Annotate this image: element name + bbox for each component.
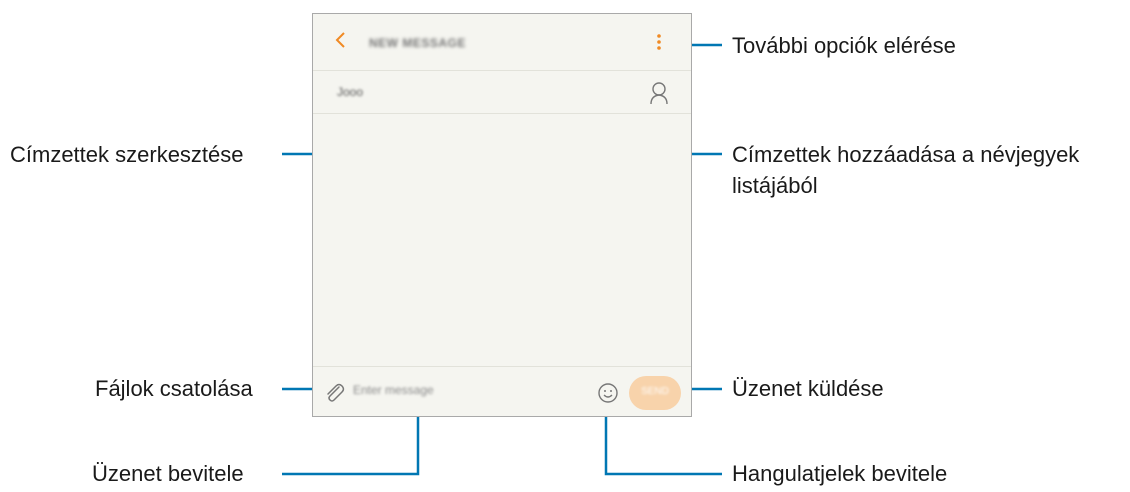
callout-add-contacts-line1: Címzettek hozzáadása a névjegyek — [732, 142, 1080, 167]
callout-enter-emoticons: Hangulatjelek bevitele — [732, 461, 948, 486]
person-icon — [650, 82, 668, 105]
callout-more-options: További opciók elérése — [732, 33, 956, 58]
emoji-button[interactable] — [595, 380, 621, 406]
app-header: NEW MESSAGE — [313, 14, 691, 70]
screen-title: NEW MESSAGE — [369, 36, 466, 50]
callout-attach-files: Fájlok csatolása — [95, 376, 253, 401]
add-contact-button[interactable] — [647, 80, 671, 106]
callout-add-contacts-line2: listájából — [732, 173, 818, 198]
more-vertical-icon — [657, 34, 661, 50]
message-input[interactable]: Enter message — [353, 383, 573, 403]
recipient-name[interactable]: Jooo — [337, 85, 363, 99]
callout-edit-recipients: Címzettek szerkesztése — [10, 142, 244, 167]
phone-screen: NEW MESSAGE Jooo Enter message SEND — [312, 13, 692, 417]
paperclip-icon — [327, 383, 345, 402]
send-label: SEND — [641, 386, 669, 397]
callout-send-message: Üzenet küldése — [732, 376, 884, 401]
callout-enter-message: Üzenet bevitele — [92, 461, 244, 486]
attach-button[interactable] — [321, 380, 347, 406]
compose-bar: Enter message SEND — [313, 366, 691, 419]
back-button[interactable] — [331, 28, 351, 52]
recipient-field[interactable]: Jooo — [313, 70, 691, 114]
smiley-icon — [598, 383, 618, 403]
chevron-left-icon — [335, 32, 345, 48]
send-button[interactable]: SEND — [629, 376, 681, 410]
more-options-button[interactable] — [651, 32, 667, 52]
